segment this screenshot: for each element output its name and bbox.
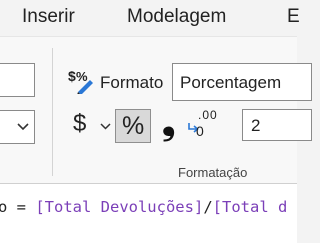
format-icon: $ % <box>68 68 93 94</box>
chevron-down-icon[interactable] <box>100 123 111 130</box>
decimal-places-input[interactable]: 2 <box>242 109 312 141</box>
dollar-icon: $ <box>73 110 87 137</box>
tab-inserir[interactable]: Inserir <box>22 6 75 28</box>
svg-text:%: % <box>76 69 88 84</box>
format-value: Porcentagem <box>180 73 282 92</box>
ribbon-tabs: Inserir Modelagem E <box>0 0 300 36</box>
formula-measure-total-devolucoes: [Total Devoluções] <box>35 198 204 216</box>
svg-text:$: $ <box>68 68 76 84</box>
percent-button[interactable]: % <box>115 109 151 143</box>
decrease-decimal-button[interactable]: .00 0 <box>188 108 218 142</box>
decimal-places-value: 2 <box>251 116 261 135</box>
left-dropdown[interactable] <box>0 110 35 144</box>
group-label-formatacao: Formatação <box>178 165 248 180</box>
formula-measure-total: [Total d <box>212 198 288 216</box>
formula-operator: / <box>203 198 213 216</box>
formula-bar[interactable]: o = [Total Devoluções]/[Total d <box>0 184 297 243</box>
format-label: Formato <box>100 73 164 92</box>
format-dropdown[interactable]: Porcentagem <box>172 63 312 101</box>
group-divider <box>52 48 53 176</box>
tab-modelagem[interactable]: Modelagem <box>127 6 226 28</box>
comma-icon: ❟ <box>162 104 176 142</box>
decimal-bottom-label: 0 <box>196 123 204 139</box>
formula-text[interactable]: o = [Total Devoluções]/[Total d <box>0 198 287 216</box>
decimal-top-label: .00 <box>198 108 218 122</box>
currency-button[interactable]: $ <box>70 110 116 140</box>
chevron-down-icon <box>17 123 29 131</box>
formula-prefix: o = <box>0 198 36 216</box>
tab-exibir[interactable]: E <box>287 6 300 28</box>
comma-style-button[interactable]: ❟ <box>160 104 180 142</box>
percent-icon: % <box>122 112 145 140</box>
left-input-box[interactable] <box>0 63 35 97</box>
